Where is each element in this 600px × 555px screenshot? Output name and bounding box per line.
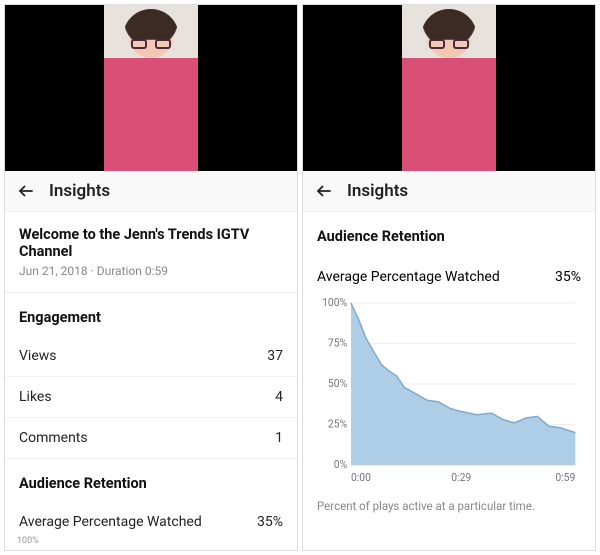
svg-text:25%: 25% (328, 417, 347, 430)
comments-label: Comments (19, 430, 88, 446)
avg-watched-label: Average Percentage Watched (317, 269, 500, 285)
engagement-heading: Engagement (5, 293, 297, 336)
retention-heading: Audience Retention (5, 459, 297, 502)
avg-watched-value: 35% (257, 514, 283, 530)
avg-watched-row: Average Percentage Watched 35% (317, 255, 581, 291)
insights-panel-retention: Jenn'sTRENDS Insights Audience Retention… (302, 4, 596, 551)
svg-text:0:29: 0:29 (451, 471, 471, 484)
back-arrow-icon[interactable] (315, 182, 333, 200)
svg-text:100%: 100% (322, 297, 347, 309)
avg-watched-row: Average Percentage Watched 35% (5, 502, 297, 536)
views-value: 37 (267, 348, 283, 364)
video-title: Welcome to the Jenn's Trends IGTV Channe… (5, 212, 297, 262)
svg-text:50%: 50% (328, 377, 347, 390)
comments-row: Comments 1 (5, 418, 297, 459)
header-title: Insights (347, 181, 408, 201)
likes-label: Likes (19, 389, 52, 405)
back-arrow-icon[interactable] (17, 182, 35, 200)
svg-text:75%: 75% (328, 336, 347, 349)
insights-header: Insights (303, 171, 595, 212)
svg-text:0:59: 0:59 (555, 471, 575, 484)
insights-header: Insights (5, 171, 297, 212)
likes-row: Likes 4 (5, 377, 297, 418)
video-meta: Jun 21, 2018 · Duration 0:59 (5, 262, 297, 293)
svg-text:0%: 0% (334, 458, 348, 471)
content-scroll[interactable]: Audience Retention Average Percentage Wa… (303, 212, 595, 550)
chart-partial-tick: 100% (5, 536, 297, 546)
chart-caption: Percent of plays active at a particular … (303, 491, 595, 523)
retention-heading: Audience Retention (303, 212, 595, 255)
avg-watched-label: Average Percentage Watched (19, 514, 202, 530)
svg-text:0:00: 0:00 (351, 471, 371, 484)
views-row: Views 37 (5, 336, 297, 377)
retention-chart: 100% 75% 50% 25% 0%0:00 0:29 0:59 (303, 291, 595, 491)
video-thumbnail[interactable]: Jenn'sTRENDS (5, 5, 297, 171)
insights-panel-engagement: Jenn'sTRENDS Insights Welcome to the Jen… (4, 4, 298, 551)
comments-value: 1 (275, 430, 283, 446)
avg-watched-value: 35% (555, 269, 581, 285)
likes-value: 4 (275, 389, 283, 405)
header-title: Insights (49, 181, 110, 201)
content-scroll[interactable]: Welcome to the Jenn's Trends IGTV Channe… (5, 212, 297, 550)
views-label: Views (19, 348, 57, 364)
video-thumbnail[interactable]: Jenn'sTRENDS (303, 5, 595, 171)
